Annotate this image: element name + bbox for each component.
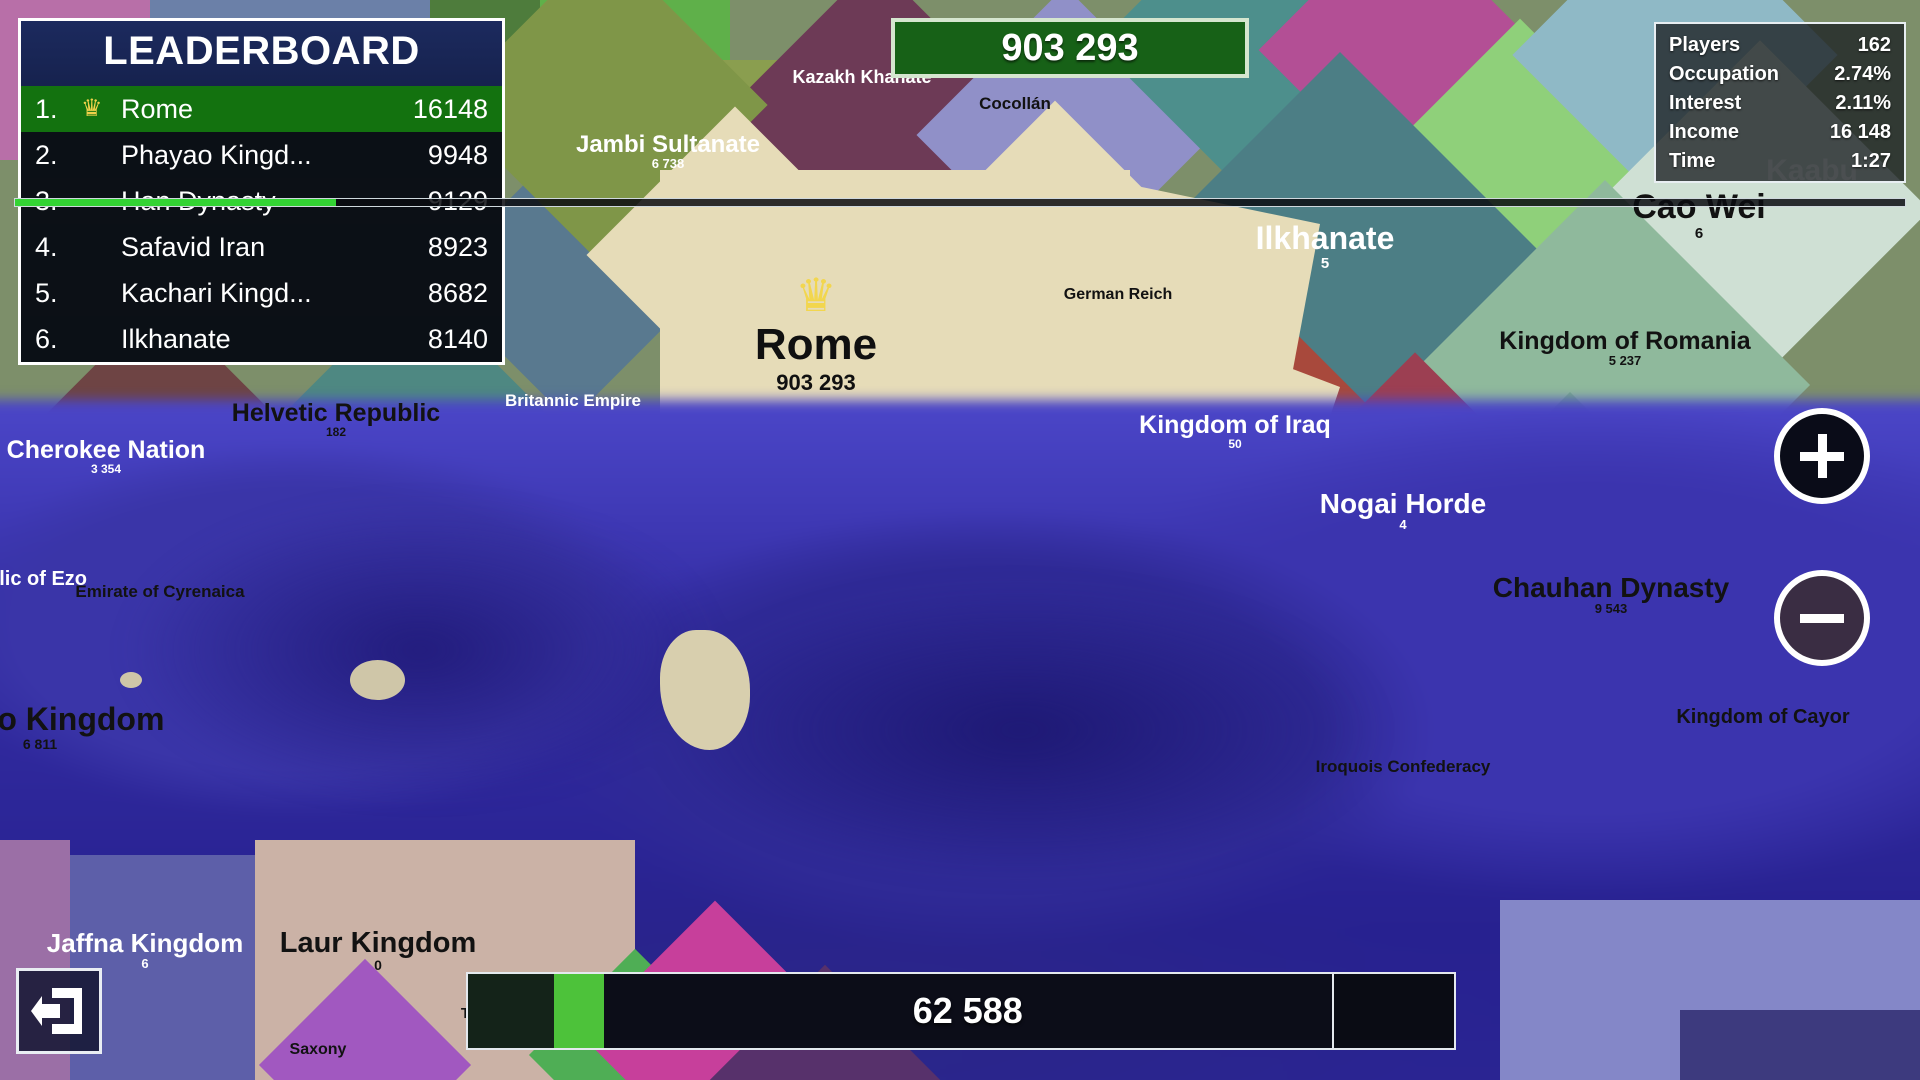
leaderboard-score: 8923 [427, 231, 488, 262]
island [120, 672, 142, 688]
leaderboard-player-name: Kachari Kingd... [121, 277, 312, 308]
stat-label: Time [1669, 150, 1716, 172]
stat-row: Players 162 [1669, 31, 1891, 60]
leaderboard-player-name: Ilkhanate [121, 323, 231, 354]
allocation-value-display: 62 588 [603, 974, 1332, 1048]
zoom-in-button[interactable] [1774, 408, 1870, 504]
leaderboard-rank: 5. [35, 277, 58, 308]
stat-value: 16 148 [1829, 121, 1891, 143]
player-score-label: 903 293 [776, 370, 856, 395]
stats-rows: Players 162 Occupation 2.74% Interest 2.11% In… [1669, 31, 1891, 176]
leaderboard-rank: 6. [35, 323, 58, 354]
minus-icon [489, 1007, 533, 1016]
leaderboard-rank: 4. [35, 231, 58, 262]
island [350, 660, 405, 700]
leaderboard-player-name: Rome [121, 93, 194, 124]
stat-label: Interest [1669, 92, 1742, 114]
leaderboard-score: 9948 [427, 139, 488, 170]
leaderboard-score: 8682 [427, 277, 488, 308]
allocation-fill [554, 974, 604, 1048]
stat-row: Income 16 148 [1669, 118, 1891, 147]
troop-allocation-bar[interactable]: 62 588 [466, 972, 1456, 1050]
stats-progress-track [14, 198, 1906, 207]
leaderboard-row[interactable]: 1. ♛ Rome 16148 [21, 86, 502, 132]
leaderboard-title: LEADERBOARD [21, 21, 502, 86]
stat-label: Players [1669, 34, 1741, 56]
leaderboard-rows: 1.♛Rome161482.Phayao Kingd...99483.Han D… [21, 86, 502, 362]
allocation-value: 62 588 [912, 990, 1023, 1031]
stat-value: 2.11% [1835, 92, 1891, 114]
leaderboard-row[interactable]: 6. Ilkhanate 8140 [21, 316, 502, 362]
stat-label: Income [1669, 121, 1740, 143]
exit-button[interactable] [16, 968, 102, 1054]
plus-icon-vertical [1390, 989, 1399, 1033]
leaderboard-rank: 2. [35, 139, 58, 170]
stat-row: Interest 2.11% [1669, 89, 1891, 118]
crown-icon: ♛ [795, 269, 837, 321]
plus-icon-vertical [1817, 434, 1827, 478]
exit-icon [31, 988, 82, 1034]
score-banner-value: 903 293 [1001, 26, 1139, 69]
zoom-out-button[interactable] [1774, 570, 1870, 666]
territory-block [1680, 1010, 1920, 1080]
leaderboard-row[interactable]: 4. Safavid Iran 8923 [21, 224, 502, 270]
increase-button[interactable] [1332, 974, 1454, 1048]
score-banner: 903 293 [891, 18, 1249, 78]
stat-value: 1:27 [1850, 150, 1891, 172]
decrease-button[interactable] [468, 974, 554, 1048]
stats-panel: Players 162 Occupation 2.74% Interest 2.11% In… [1654, 22, 1906, 183]
player-capital-marker[interactable]: ♛ Rome 903 293 [755, 272, 877, 396]
leaderboard-player-name: Phayao Kingd... [121, 139, 312, 170]
leaderboard-score: 8140 [427, 323, 488, 354]
minus-icon [1800, 613, 1844, 623]
stat-value: 162 [1857, 34, 1891, 56]
game-screen: Sumer7 258Jambi Sultanate6 738Kazakh Kha… [0, 0, 1920, 1080]
stat-label: Occupation [1669, 63, 1780, 85]
stat-row: Time 1:27 [1669, 147, 1891, 176]
stats-progress-fill [15, 199, 337, 206]
stat-value: 2.74% [1834, 63, 1891, 85]
leaderboard-score: 16148 [412, 93, 488, 124]
leaderboard-row[interactable]: 5. Kachari Kingd... 8682 [21, 270, 502, 316]
stat-row: Occupation 2.74% [1669, 60, 1891, 89]
player-name-label: Rome [754, 320, 878, 369]
crown-icon: ♛ [81, 95, 103, 122]
leaderboard-rank: 1. [35, 93, 58, 124]
leaderboard-panel[interactable]: LEADERBOARD 1. ♛ Rome 16148 2. Phayao Kingd..… [18, 18, 505, 365]
leaderboard-row[interactable]: 2. Phayao Kingd... 9948 [21, 132, 502, 178]
leaderboard-player-name: Safavid Iran [121, 231, 266, 262]
